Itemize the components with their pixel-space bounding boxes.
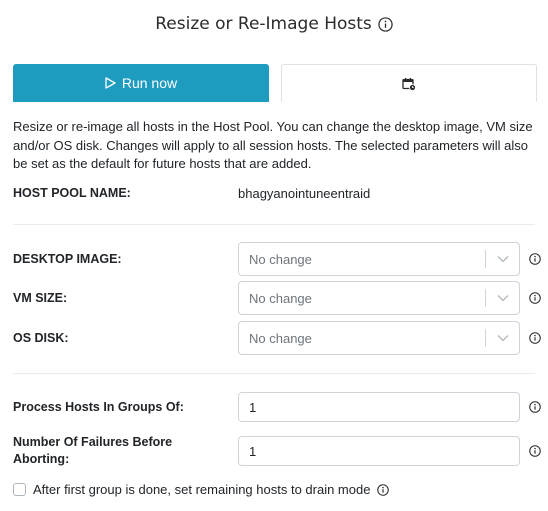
divider xyxy=(13,224,535,225)
desktop-image-label: DESKTOP IMAGE: xyxy=(13,252,122,266)
desktop-image-row: DESKTOP IMAGE: No change xyxy=(13,242,541,276)
tab-run-now[interactable]: Run now xyxy=(13,64,269,102)
desktop-image-select[interactable]: No change xyxy=(238,242,520,276)
vm-size-select[interactable]: No change xyxy=(238,281,520,315)
tab-run-now-label: Run now xyxy=(121,75,178,91)
divider xyxy=(13,373,535,374)
groups-input[interactable] xyxy=(238,392,520,422)
drain-mode-label[interactable]: After first group is done, set remaining… xyxy=(33,482,370,497)
tab-schedule[interactable] xyxy=(281,64,537,102)
drain-mode-checkbox[interactable] xyxy=(13,483,26,496)
vm-size-row: VM SIZE: No change xyxy=(13,281,541,315)
vm-size-value: No change xyxy=(249,290,312,306)
chevron-down-icon[interactable] xyxy=(486,255,519,263)
host-pool-value: bhagyanointuneentraid xyxy=(238,185,371,201)
info-icon[interactable] xyxy=(529,445,541,457)
info-icon[interactable] xyxy=(378,16,393,32)
host-pool-label: HOST POOL NAME: xyxy=(13,186,131,200)
description-text: Resize or re-image all hosts in the Host… xyxy=(13,119,533,171)
calendar-clock-icon xyxy=(402,77,416,91)
drain-mode-row: After first group is done, set remaining… xyxy=(13,482,390,497)
host-pool-row: HOST POOL NAME: bhagyanointuneentraid xyxy=(13,183,541,203)
dialog-title-text: Resize or Re-Image Hosts xyxy=(155,14,372,34)
desktop-image-value: No change xyxy=(249,251,312,267)
info-icon[interactable] xyxy=(529,401,541,413)
info-icon[interactable] xyxy=(529,253,541,265)
mode-tabs: Run now xyxy=(13,64,537,102)
info-icon[interactable] xyxy=(529,292,541,304)
play-icon xyxy=(105,77,116,89)
vm-size-label: VM SIZE: xyxy=(13,291,68,305)
os-disk-value: No change xyxy=(249,330,312,346)
failures-row: Number Of Failures Before Aborting: xyxy=(13,433,541,469)
failures-input[interactable] xyxy=(238,436,520,466)
failures-label: Number Of Failures Before Aborting: xyxy=(13,435,173,466)
info-icon[interactable] xyxy=(377,483,390,496)
info-icon[interactable] xyxy=(529,332,541,344)
os-disk-label: OS DISK: xyxy=(13,331,69,345)
chevron-down-icon[interactable] xyxy=(486,294,519,302)
groups-row: Process Hosts In Groups Of: xyxy=(13,392,541,422)
groups-label: Process Hosts In Groups Of: xyxy=(13,400,184,414)
os-disk-select[interactable]: No change xyxy=(238,321,520,355)
dialog-title: Resize or Re-Image Hosts xyxy=(0,12,548,36)
os-disk-row: OS DISK: No change xyxy=(13,321,541,355)
chevron-down-icon[interactable] xyxy=(486,334,519,342)
